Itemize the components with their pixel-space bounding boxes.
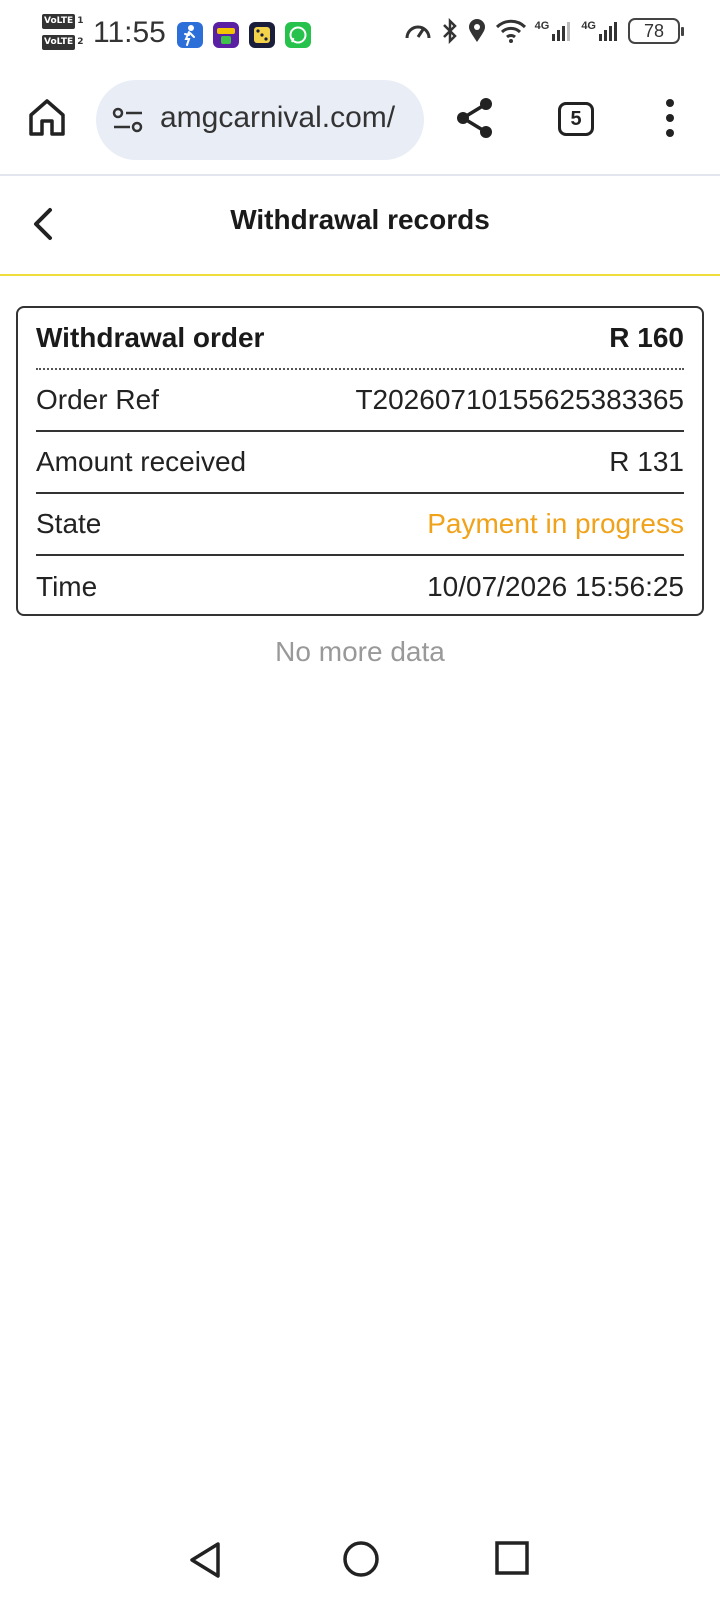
status-badge: Payment in progress <box>427 508 684 539</box>
page-header: Withdrawal records <box>0 178 720 276</box>
nav-back-button[interactable] <box>188 1540 224 1580</box>
status-bar: VoLTE 1 VoLTE 2 11:55 4G 4G 78 <box>0 0 720 70</box>
site-settings-icon[interactable] <box>112 106 144 134</box>
signal-bars-icon <box>552 22 571 41</box>
more-vert-icon <box>666 99 674 137</box>
runner-app-icon <box>177 22 203 48</box>
nav-home-button[interactable] <box>342 1540 380 1578</box>
signal-1-indicator: 4G <box>535 20 574 42</box>
square-recents-icon <box>495 1541 529 1575</box>
wifi-icon <box>495 19 526 43</box>
record-row-order-ref: Order Ref T20260710155625383365 <box>36 370 684 432</box>
url-text[interactable]: amgcarnival.com/ <box>160 101 395 135</box>
page-title: Withdrawal records <box>230 204 490 235</box>
circle-home-icon <box>343 1541 379 1577</box>
dice-app-icon <box>249 22 275 48</box>
triangle-back-icon <box>190 1542 220 1578</box>
whatsapp-icon <box>285 22 311 48</box>
status-right: 4G 4G 78 <box>403 18 684 44</box>
share-icon <box>457 98 492 138</box>
home-icon <box>29 99 65 136</box>
row-label: Time <box>36 571 98 602</box>
record-header-amount: R 160 <box>609 322 684 353</box>
notification-icons <box>177 22 311 48</box>
share-button[interactable] <box>455 96 495 140</box>
address-bar[interactable]: amgcarnival.com/ <box>96 80 424 160</box>
tab-switcher-button[interactable]: 5 <box>558 102 594 136</box>
record-row-state: State Payment in progress <box>36 494 684 556</box>
row-label: Amount received <box>36 446 247 477</box>
home-button[interactable] <box>27 97 67 137</box>
bluetooth-icon <box>442 18 457 44</box>
record-row-time: Time 10/07/2026 15:56:25 <box>36 556 684 618</box>
more-menu-button[interactable] <box>660 98 680 138</box>
record-header: Withdrawal order R 160 <box>36 308 684 370</box>
sim1-volte: VoLTE 1 <box>42 14 86 29</box>
row-value: R 131 <box>609 446 684 477</box>
row-label: State <box>36 508 102 539</box>
withdrawal-record-card: Withdrawal order R 160 Order Ref T202607… <box>16 306 704 616</box>
browser-toolbar: amgcarnival.com/ 5 <box>0 72 720 176</box>
row-value: 10/07/2026 15:56:25 <box>427 571 684 602</box>
speed-indicator-icon <box>405 25 431 39</box>
row-value: T20260710155625383365 <box>355 384 684 415</box>
row-label: Order Ref <box>36 384 159 415</box>
no-more-data-text: No more data <box>275 636 445 667</box>
sim2-volte: VoLTE 2 <box>42 35 86 50</box>
clock: 11:55 <box>93 16 166 49</box>
record-header-label: Withdrawal order <box>36 322 265 353</box>
volte-indicators: VoLTE 1 VoLTE 2 <box>42 14 86 58</box>
nav-recents-button[interactable] <box>494 1540 530 1576</box>
carnival-app-icon <box>213 22 239 48</box>
signal-2-indicator: 4G <box>581 20 620 42</box>
signal-bars-icon <box>599 22 617 41</box>
battery-indicator: 78 <box>628 18 684 44</box>
location-icon <box>468 19 485 42</box>
record-row-amount-received: Amount received R 131 <box>36 432 684 494</box>
system-nav-bar <box>0 1518 720 1600</box>
